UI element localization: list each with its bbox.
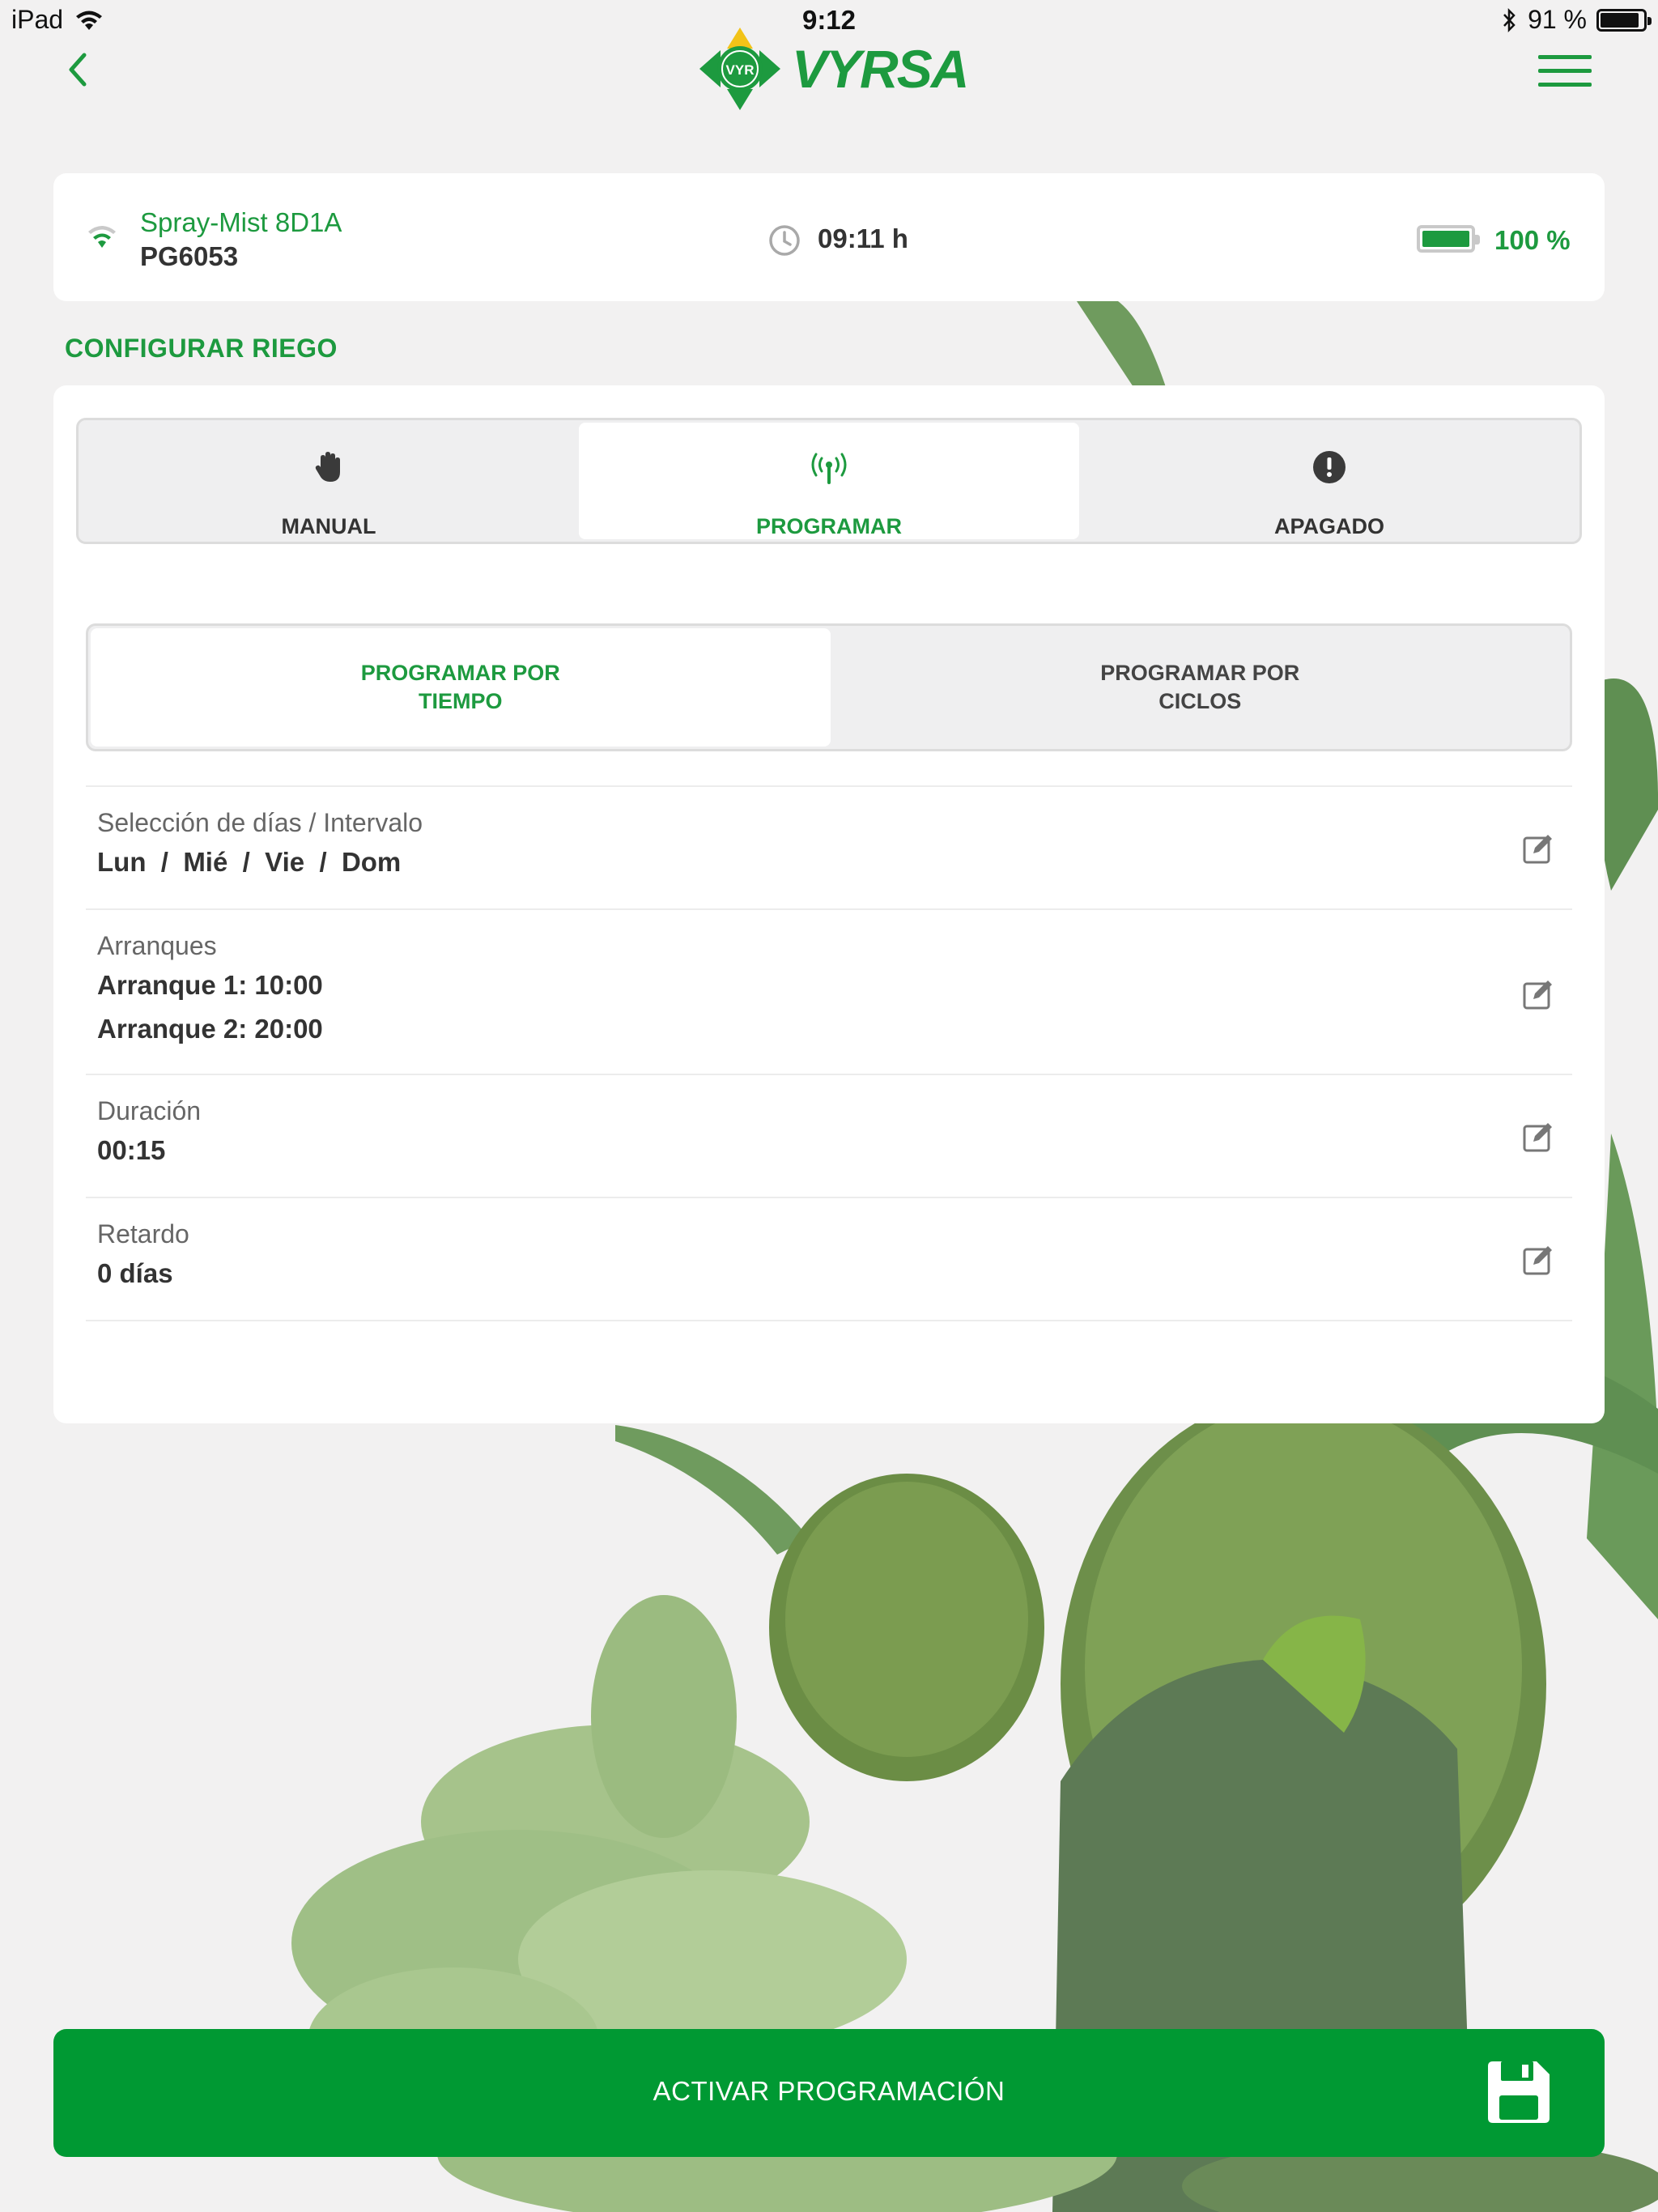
irrigation-config-card: MANUAL PROGRAMAR APAGADO PROGRAMAR POR T…: [53, 385, 1605, 1423]
setting-days-value: Lun / Mié / Vie / Dom: [97, 847, 402, 877]
activate-programming-button[interactable]: ACTIVAR PROGRAMACIÓN: [53, 2029, 1605, 2157]
mode-tabs: MANUAL PROGRAMAR APAGADO: [76, 418, 1582, 544]
tab-apagado[interactable]: APAGADO: [1079, 420, 1579, 542]
device-battery-level: [1422, 231, 1469, 247]
battery-level: [1601, 12, 1639, 28]
setting-start-1-value: Arranque 1: 10:00: [97, 970, 323, 1000]
setting-row-delay[interactable]: Retardo 0 días: [86, 1197, 1572, 1321]
edit-starts-icon[interactable]: [1520, 976, 1556, 1012]
save-icon: [1488, 2061, 1550, 2123]
setting-row-duration[interactable]: Duración 00:15: [86, 1074, 1572, 1197]
setting-start-2-value: Arranque 2: 20:00: [97, 1014, 323, 1044]
status-battery-text: 91 %: [1528, 5, 1587, 34]
setting-duration-value: 00:15: [97, 1135, 166, 1165]
tab-programar[interactable]: PROGRAMAR: [579, 423, 1079, 539]
device-battery-percent: 100 %: [1494, 225, 1571, 255]
hamburger-menu-icon[interactable]: [1538, 55, 1592, 91]
tab-programar-por-tiempo-label: PROGRAMAR POR TIEMPO: [360, 661, 560, 713]
tab-manual-label: MANUAL: [281, 514, 376, 538]
device-info-card: Spray-Mist 8D1A PG6053 09:11 h 100 %: [53, 173, 1605, 301]
setting-delay-value: 0 días: [97, 1258, 173, 1288]
device-name: Spray-Mist 8D1A: [140, 207, 342, 237]
setting-row-starts[interactable]: Arranques Arranque 1: 10:00 Arranque 2: …: [86, 908, 1572, 1074]
setting-duration-label: Duración: [97, 1096, 202, 1125]
setting-starts-label: Arranques: [97, 931, 217, 960]
setting-delay-label: Retardo: [97, 1219, 189, 1249]
edit-duration-icon[interactable]: [1520, 1119, 1556, 1155]
setting-row-days[interactable]: Selección de días / Intervalo Lun / Mié …: [86, 785, 1572, 908]
section-title: CONFIGURAR RIEGO: [65, 334, 338, 363]
bluetooth-icon: [1503, 7, 1516, 32]
device-time: 09:11 h: [818, 223, 908, 253]
logo-badge-text: VYR: [726, 62, 755, 78]
tab-programar-por-tiempo[interactable]: PROGRAMAR POR TIEMPO: [91, 628, 831, 747]
setting-days-label: Selección de días / Intervalo: [97, 808, 423, 837]
tab-apagado-label: APAGADO: [1273, 514, 1384, 538]
antenna-icon: [811, 453, 847, 484]
tab-programar-por-ciclos[interactable]: PROGRAMAR POR CICLOS: [831, 626, 1571, 749]
alert-icon: [1313, 451, 1346, 483]
hand-icon: [315, 452, 340, 482]
logo-text: VYRSA: [792, 39, 969, 99]
edit-days-icon[interactable]: [1520, 831, 1556, 866]
clock-icon: [769, 225, 800, 256]
device-model: PG6053: [140, 241, 239, 271]
tab-programar-por-ciclos-label: PROGRAMAR POR CICLOS: [1100, 661, 1300, 713]
device-battery-icon: [1417, 225, 1480, 253]
vyrsa-logo: VYR VYRSA: [696, 24, 969, 113]
activate-programming-label: ACTIVAR PROGRAMACIÓN: [653, 2076, 1005, 2106]
settings-list: Selección de días / Intervalo Lun / Mié …: [86, 785, 1572, 1321]
tab-manual[interactable]: MANUAL: [79, 420, 579, 542]
program-type-tabs: PROGRAMAR POR TIEMPO PROGRAMAR POR CICLO…: [86, 623, 1572, 751]
back-chevron-icon[interactable]: [57, 47, 97, 92]
edit-delay-icon[interactable]: [1520, 1242, 1556, 1278]
logo-emblem-icon: VYR: [699, 28, 780, 110]
battery-icon: [1596, 8, 1652, 32]
wifi-signal-icon: [88, 226, 116, 248]
tab-programar-label: PROGRAMAR: [756, 514, 902, 538]
